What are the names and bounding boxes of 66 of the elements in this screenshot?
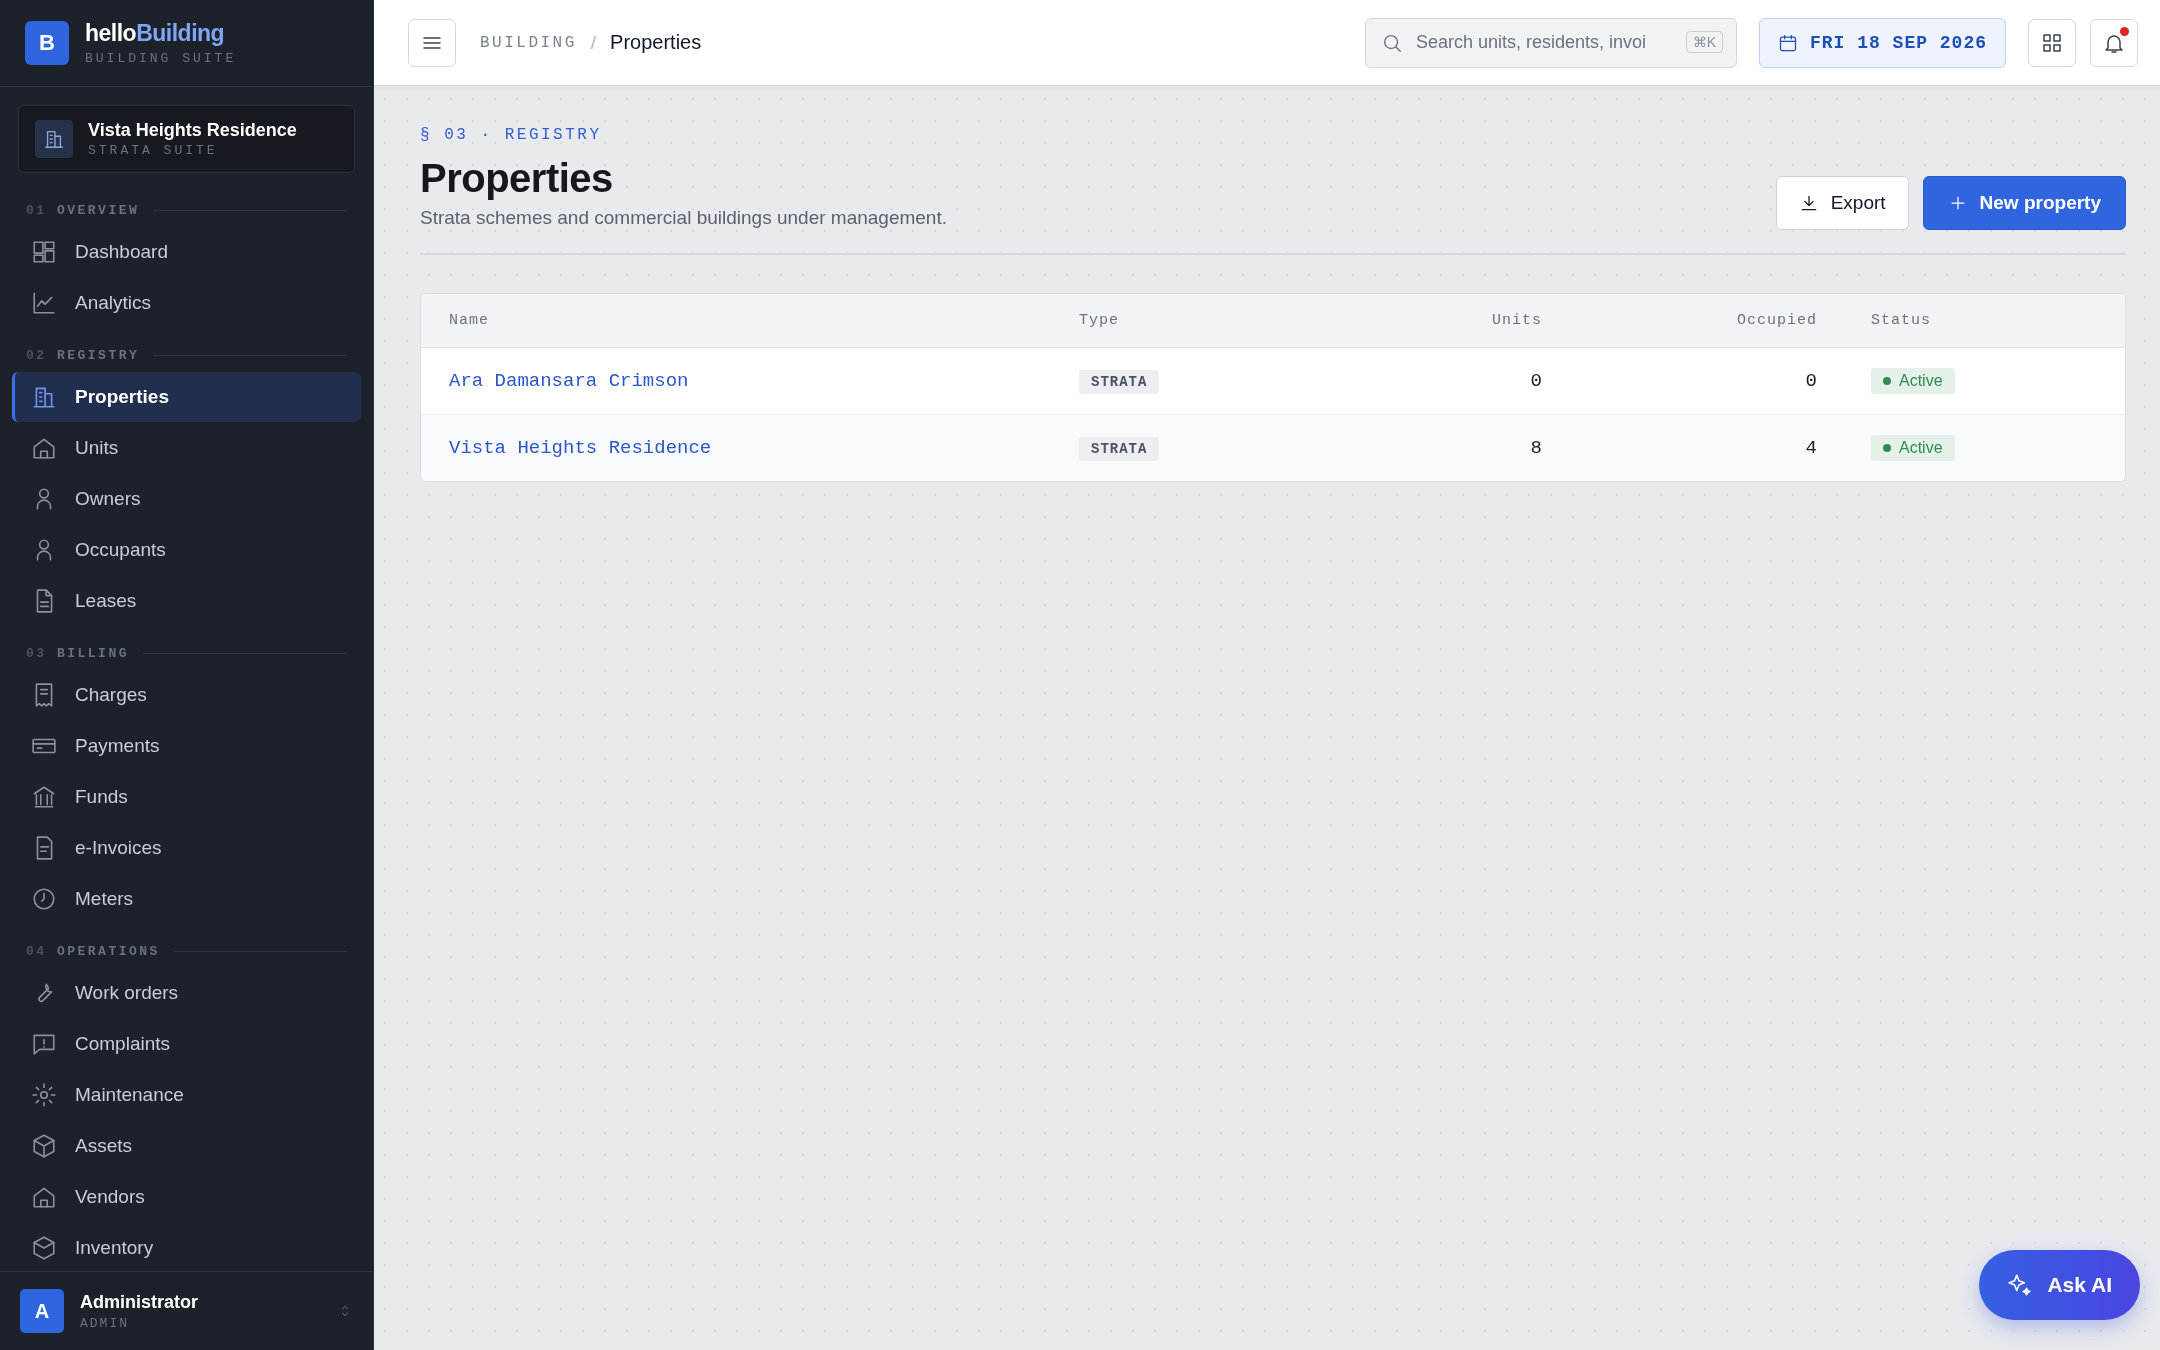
dashboard-icon: [31, 239, 57, 265]
page-title: Properties: [420, 156, 614, 201]
box-icon: [31, 1235, 57, 1261]
sidebar-item[interactable]: Owners: [12, 474, 361, 524]
sparkle-icon: [2007, 1272, 2034, 1298]
type-tag: STRATA: [1079, 370, 1160, 394]
sidebar-item[interactable]: Maintenance: [12, 1070, 361, 1120]
bank-icon: [31, 784, 57, 810]
date-button[interactable]: FRI 18 SEP 2026: [1758, 17, 2006, 68]
sidebar-item[interactable]: Occupants: [12, 525, 361, 575]
sidebar-item[interactable]: Funds: [12, 772, 361, 822]
user-role: ADMIN: [80, 1315, 130, 1331]
sidebar-item[interactable]: Leases: [12, 576, 361, 626]
menu-button[interactable]: [408, 18, 456, 67]
column-header: Status: [1870, 312, 1932, 329]
building-icon: [43, 128, 65, 150]
workspace-name: Vista Heights Residence: [88, 120, 297, 141]
sidebar-item[interactable]: Complaints: [12, 1019, 361, 1069]
status-badge: Active: [1871, 368, 1955, 394]
breadcrumb-separator: /: [590, 31, 597, 54]
sidebar-item[interactable]: Inventory: [12, 1223, 361, 1271]
sidebar-item[interactable]: Dashboard: [12, 227, 361, 277]
column-header: Occupied: [1736, 312, 1817, 329]
property-link[interactable]: Vista Heights Residence: [449, 437, 712, 459]
export-button[interactable]: Export: [1775, 176, 1909, 230]
breadcrumb-item[interactable]: Properties: [610, 31, 702, 54]
app-tagline: BUILDING SUITE: [85, 51, 237, 66]
table-cell: 4: [1805, 437, 1817, 459]
sidebar-item[interactable]: Analytics: [12, 278, 361, 328]
cube-icon: [31, 1133, 57, 1159]
new-property-button[interactable]: New property: [1922, 176, 2126, 230]
sidebar-item[interactable]: Charges: [12, 670, 361, 720]
notifications-button[interactable]: [2090, 18, 2138, 67]
column-header: Name: [449, 312, 490, 329]
sidebar-item[interactable]: e-Invoices: [12, 823, 361, 873]
workspace-subtitle: STRATA SUITE: [88, 143, 219, 158]
table-cell: 0: [1530, 370, 1542, 392]
status-badge: Active: [1871, 435, 1955, 461]
column-header: Type: [1079, 312, 1120, 329]
sun-icon: [31, 1082, 57, 1108]
sidebar-item[interactable]: Payments: [12, 721, 361, 771]
app-name: helloBuilding: [85, 20, 226, 47]
sidebar-item[interactable]: Work orders: [12, 968, 361, 1018]
sidebar-item[interactable]: Vendors: [12, 1172, 361, 1222]
sidebar-item[interactable]: Units: [12, 423, 361, 473]
clock-icon: [31, 886, 57, 912]
shortcut-hint: ⌘K: [1685, 30, 1723, 53]
table-cell: 0: [1805, 370, 1817, 392]
workspace-switcher[interactable]: Vista Heights Residence STRATA SUITE: [18, 105, 355, 173]
ask-ai-button[interactable]: Ask AI: [1979, 1250, 2140, 1320]
sidebar-item[interactable]: Properties: [12, 372, 361, 422]
type-tag: STRATA: [1079, 437, 1160, 461]
app-logo: B: [25, 21, 69, 65]
user-name: Administrator: [80, 1291, 198, 1313]
property-link[interactable]: Ara Damansara Crimson: [449, 370, 689, 392]
breadcrumb-item[interactable]: BUILDING: [480, 33, 577, 52]
sidebar-item[interactable]: Assets: [12, 1121, 361, 1171]
table-cell: 8: [1530, 437, 1542, 459]
sidebar-item[interactable]: Meters: [12, 874, 361, 924]
calendar-icon: [1777, 32, 1798, 53]
column-header: Units: [1491, 312, 1542, 329]
page-subtitle: Strata schemes and commercial buildings under management.: [420, 207, 947, 229]
chart-icon: [31, 290, 57, 316]
user-avatar: A: [20, 1289, 64, 1333]
apps-button[interactable]: [2028, 18, 2076, 67]
section-eyebrow: § 03 · REGISTRY: [420, 126, 603, 144]
